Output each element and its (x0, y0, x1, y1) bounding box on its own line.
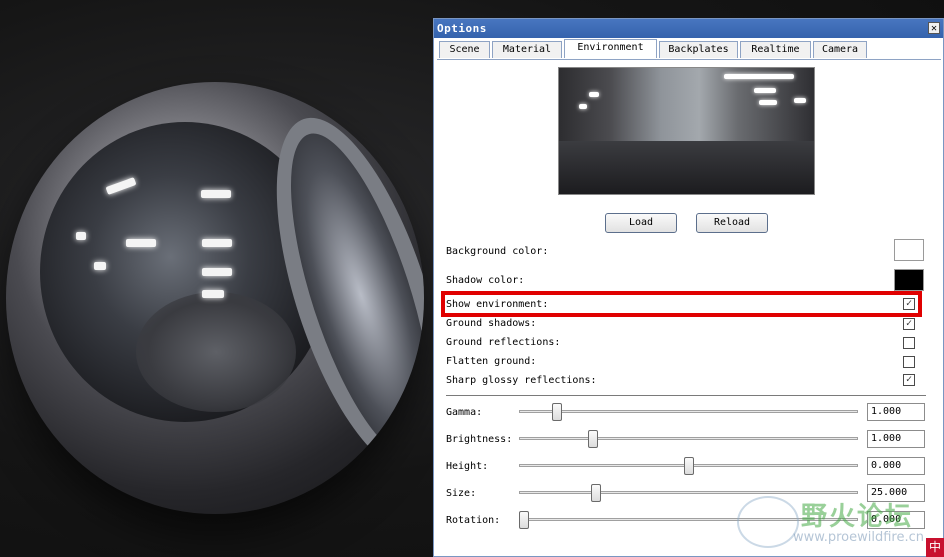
gamma-value-field[interactable]: 1.000 (867, 403, 925, 421)
preview-light (754, 88, 776, 93)
background-color-swatch[interactable] (894, 239, 924, 261)
ground-shadows-checkbox[interactable]: ✓ (903, 318, 915, 330)
divider (446, 395, 926, 396)
sphere-floor-reflection (136, 292, 296, 412)
tab-material[interactable]: Material (492, 41, 562, 58)
preview-light (794, 98, 806, 103)
dialog-title: Options (437, 22, 487, 35)
height-value-field[interactable]: 0.000 (867, 457, 925, 475)
preview-light (759, 100, 777, 105)
reflected-light (94, 262, 106, 270)
titlebar[interactable]: Options ✕ (434, 19, 943, 38)
reflected-light (201, 190, 231, 198)
gamma-label: Gamma: (446, 407, 483, 418)
flatten-ground-label: Flatten ground: (446, 356, 537, 367)
ground-reflections-label: Ground reflections: (446, 337, 561, 348)
tab-backplates[interactable]: Backplates (659, 41, 738, 58)
tab-environment[interactable]: Environment (564, 39, 657, 58)
size-label: Size: (446, 488, 477, 499)
watermark-text: 野火论坛 (801, 502, 914, 532)
tab-camera[interactable]: Camera (813, 41, 867, 58)
gamma-slider-thumb[interactable] (552, 403, 562, 421)
ground-shadows-label: Ground shadows: (446, 318, 537, 329)
close-icon[interactable]: ✕ (928, 22, 940, 34)
rotation-label: Rotation: (446, 515, 501, 526)
options-dialog: Options ✕ Scene Material Environment Bac… (433, 18, 944, 557)
reflected-light (202, 290, 224, 298)
sharp-glossy-reflections-checkbox[interactable]: ✓ (903, 374, 915, 386)
reflected-light (126, 239, 156, 247)
checkmark-icon: ✓ (905, 374, 913, 385)
forum-watermark: 野火论坛 www.proewildfire.cn (735, 490, 944, 557)
background-color-label: Background color: (446, 246, 549, 257)
brightness-slider-thumb[interactable] (588, 430, 598, 448)
gamma-slider-track[interactable] (519, 410, 858, 413)
tab-realtime[interactable]: Realtime (740, 41, 811, 58)
size-slider-thumb[interactable] (591, 484, 601, 502)
brightness-value-field[interactable]: 1.000 (867, 430, 925, 448)
flatten-ground-checkbox[interactable] (903, 356, 915, 368)
checkmark-icon: ✓ (905, 318, 913, 329)
preview-light (579, 104, 587, 109)
shadow-color-swatch[interactable] (894, 269, 924, 291)
watermark-url: www.proewildfire.cn (793, 530, 924, 545)
ground-reflections-checkbox[interactable] (903, 337, 915, 349)
height-label: Height: (446, 461, 489, 472)
corner-badge-icon: 中 (926, 538, 944, 557)
reflected-light (76, 232, 86, 240)
tab-scene[interactable]: Scene (439, 41, 490, 58)
reflected-light (202, 239, 232, 247)
environment-preview (558, 67, 815, 195)
preview-light (724, 74, 794, 79)
shadow-color-label: Shadow color: (446, 275, 525, 286)
reload-button[interactable]: Reload (696, 213, 768, 233)
brightness-label: Brightness: (446, 434, 513, 445)
rotation-slider-thumb[interactable] (519, 511, 529, 529)
tab-bar: Scene Material Environment Backplates Re… (437, 39, 941, 60)
forum-logo-icon (737, 496, 799, 548)
chrome-sphere-render (6, 82, 424, 514)
brightness-slider-track[interactable] (519, 437, 858, 440)
height-slider-thumb[interactable] (684, 457, 694, 475)
reflected-light (202, 268, 232, 276)
preview-light (589, 92, 599, 97)
load-button[interactable]: Load (605, 213, 677, 233)
highlight-box (441, 291, 922, 317)
sharp-glossy-reflections-label: Sharp glossy reflections: (446, 375, 597, 386)
